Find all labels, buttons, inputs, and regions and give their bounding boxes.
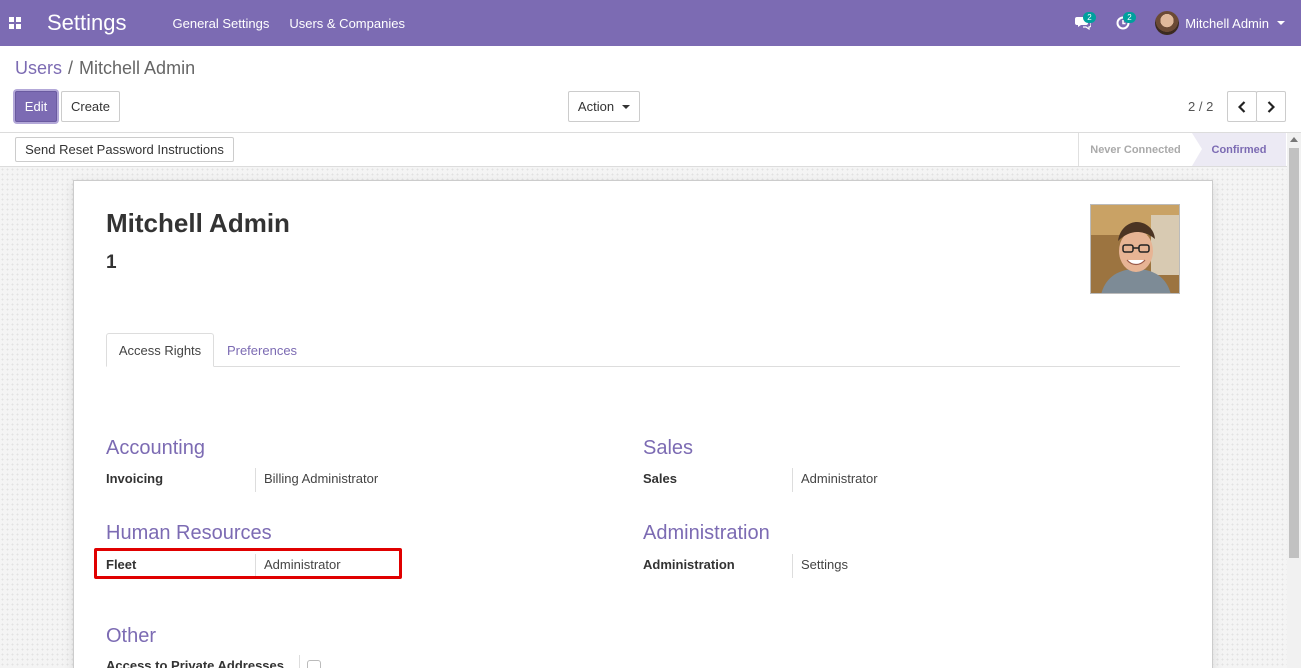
pager-previous-button[interactable] [1227, 91, 1257, 122]
user-name-field: Mitchell Admin [106, 208, 290, 238]
stage-never-connected: Never Connected [1078, 133, 1192, 166]
messages-badge: 2 [1083, 12, 1096, 23]
field-label-private-addresses: Access to Private Addresses [106, 658, 285, 668]
tab-access-rights[interactable]: Access Rights [106, 333, 214, 367]
user-photo[interactable] [1090, 204, 1180, 294]
create-button[interactable]: Create [61, 91, 120, 122]
breadcrumb-users-link[interactable]: Users [15, 58, 62, 79]
field-separator [792, 468, 793, 492]
messages-systray[interactable]: 2 [1063, 0, 1103, 46]
scrollbar-thumb[interactable] [1289, 148, 1299, 558]
menu-users-companies[interactable]: Users & Companies [289, 16, 405, 31]
send-reset-password-button[interactable]: Send Reset Password Instructions [15, 137, 234, 162]
field-label-sales: Sales [643, 471, 677, 486]
activities-systray[interactable]: 2 [1103, 0, 1143, 46]
menu-general-settings[interactable]: General Settings [173, 16, 270, 31]
stage-confirmed-label: Confirmed [1211, 143, 1267, 156]
user-name: Mitchell Admin [1185, 15, 1269, 31]
tab-preferences[interactable]: Preferences [214, 333, 310, 367]
field-value-administration[interactable]: Settings [801, 557, 848, 572]
field-separator [255, 468, 256, 492]
chevron-left-icon [1238, 100, 1246, 113]
app-title[interactable]: Settings [47, 10, 127, 36]
pager-value[interactable]: 2 / 2 [1188, 99, 1213, 114]
field-value-invoicing[interactable]: Billing Administrator [264, 471, 378, 486]
pager-next-button[interactable] [1256, 91, 1286, 122]
group-title-human-resources: Human Resources [106, 522, 272, 544]
edit-button[interactable]: Edit [15, 91, 57, 122]
breadcrumb: Users / Mitchell Admin [15, 58, 195, 79]
stage-confirmed: Confirmed [1192, 133, 1286, 166]
chevron-down-icon [622, 104, 631, 109]
group-title-other: Other [106, 625, 157, 647]
activities-badge: 2 [1123, 12, 1136, 23]
chevron-down-icon [1277, 21, 1285, 25]
apps-menu-icon[interactable] [0, 0, 30, 46]
user-login-field: 1 [106, 252, 117, 273]
breadcrumb-separator: / [68, 58, 74, 78]
group-title-accounting: Accounting [106, 437, 205, 459]
user-avatar [1155, 11, 1180, 35]
group-title-administration: Administration [643, 522, 770, 544]
action-label: Action [577, 99, 615, 114]
scroll-up-arrow-icon[interactable] [1290, 137, 1298, 142]
action-dropdown[interactable]: Action [568, 91, 640, 122]
fleet-highlight-box [94, 548, 402, 579]
user-portrait-image [1091, 205, 1179, 293]
field-separator [299, 655, 300, 668]
user-menu[interactable]: Mitchell Admin [1155, 11, 1285, 35]
group-title-sales: Sales [643, 437, 694, 459]
top-navbar: Settings General Settings Users & Compan… [0, 0, 1301, 46]
breadcrumb-current: Mitchell Admin [79, 58, 196, 78]
field-label-invoicing: Invoicing [106, 471, 164, 486]
field-label-administration: Administration [643, 557, 735, 572]
form-sheet [73, 180, 1213, 668]
private-addresses-checkbox[interactable] [307, 660, 321, 668]
chevron-right-icon [1267, 100, 1275, 113]
field-separator [792, 554, 793, 578]
field-value-sales[interactable]: Administrator [801, 471, 878, 486]
